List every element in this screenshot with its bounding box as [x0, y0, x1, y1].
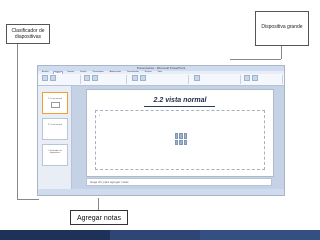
insert-table-icon[interactable] — [175, 133, 179, 139]
footer-stripe — [200, 230, 320, 240]
new-slide-icon[interactable] — [84, 75, 90, 81]
footer-bar — [0, 230, 320, 240]
slide-thumbnail-2[interactable]: 2.2 vista normal — [42, 118, 68, 140]
slide-thumbnail-label: Clasificador de diapositivas — [48, 150, 62, 154]
insert-picture-icon[interactable] — [175, 139, 179, 145]
slide-workspace: 2.2 vista normal • Haga clic para agrega… — [72, 86, 284, 190]
shapes-icon[interactable] — [244, 75, 250, 81]
bold-icon[interactable] — [132, 75, 138, 81]
callout-dispositiva-grande: Dispositiva grande — [255, 11, 309, 46]
insert-content-icons — [175, 133, 187, 145]
footer-stripe — [110, 230, 200, 240]
insert-media-icon[interactable] — [183, 139, 187, 145]
bullet-marker: • — [99, 113, 101, 117]
slide-thumbnail-1[interactable]: 2.2 vista normal — [42, 92, 68, 114]
connector-right-vertical — [281, 46, 282, 59]
insert-clipart-icon[interactable] — [179, 139, 183, 145]
slide-thumbnail-label: 2.2 vista normal — [47, 98, 63, 100]
insert-smartart-icon[interactable] — [183, 133, 187, 139]
paste-icon[interactable] — [42, 75, 48, 81]
content-placeholder[interactable]: • — [95, 110, 265, 170]
slide-thumbnail-label: 2.2 vista normal — [47, 124, 63, 126]
align-icon[interactable] — [194, 75, 200, 81]
connector-notes — [98, 198, 99, 210]
layout-icon[interactable] — [92, 75, 98, 81]
italic-icon[interactable] — [140, 75, 146, 81]
footer-stripe — [0, 230, 110, 240]
status-bar — [38, 189, 284, 195]
slide-sorter-panel: 2.2 vista normal 2.2 vista normal Clasif… — [38, 86, 72, 190]
callout-agregar-notas: Agregar notas — [70, 210, 128, 225]
arrange-icon[interactable] — [252, 75, 258, 81]
title-underline — [144, 106, 215, 107]
slide-thumbnail-3[interactable]: Clasificador de diapositivas — [42, 144, 68, 166]
thumbnail-content-box — [51, 102, 60, 108]
slide-canvas[interactable]: 2.2 vista normal • — [86, 89, 274, 177]
connector-left-vertical — [17, 44, 18, 199]
insert-chart-icon[interactable] — [179, 133, 183, 139]
powerpoint-window: Presentación - Microsoft PowerPoint Arch… — [37, 65, 285, 196]
presentation-slide: Clasificador de diapositivas Dispositiva… — [0, 0, 320, 240]
connector-left-horizontal — [17, 199, 39, 200]
notes-area[interactable]: Haga clic para agregar notas — [86, 178, 272, 186]
slide-title[interactable]: 2.2 vista normal — [87, 97, 273, 104]
cut-icon[interactable] — [50, 75, 56, 81]
callout-clasificador: Clasificador de diapositivas — [6, 24, 50, 44]
connector-right-horizontal — [230, 59, 281, 60]
ribbon — [38, 74, 284, 86]
